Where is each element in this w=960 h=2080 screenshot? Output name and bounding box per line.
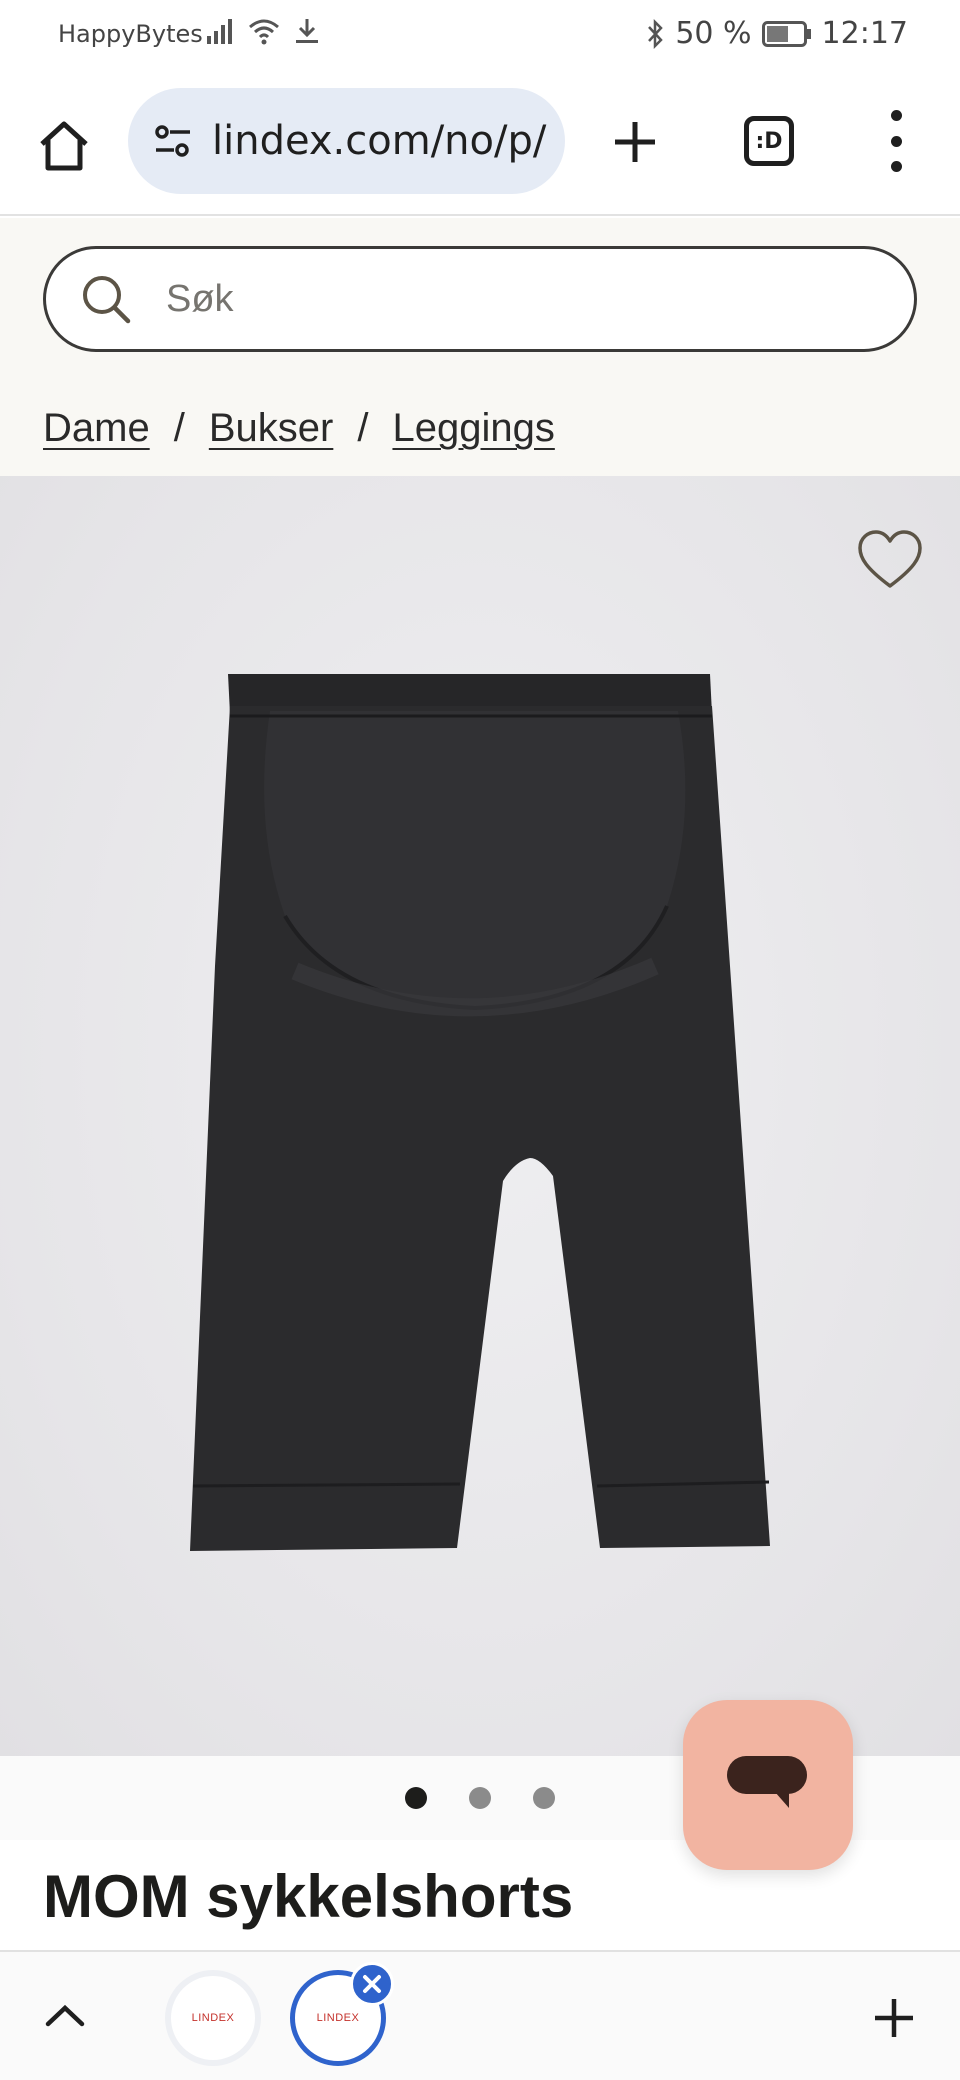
breadcrumb: Dame / Bukser / Leggings <box>43 406 555 451</box>
home-icon <box>40 121 88 171</box>
close-icon <box>363 1975 381 1993</box>
chat-button[interactable] <box>683 1700 853 1870</box>
breadcrumb-separator: / <box>357 406 369 450</box>
menu-dot <box>890 135 902 147</box>
search-icon <box>83 276 131 324</box>
status-right: 50 % 12:17 <box>645 16 908 51</box>
battery-icon <box>761 20 811 47</box>
product-title: MOM sykkelshorts <box>43 1863 574 1930</box>
pager-dot-3[interactable] <box>533 1787 555 1809</box>
tab-favicon: LINDEX <box>171 1976 255 2060</box>
bluetooth-icon <box>648 18 664 49</box>
url-bar[interactable]: lindex.com/no/p/ <box>128 88 565 194</box>
breadcrumb-link-bukser[interactable]: Bukser <box>209 406 334 451</box>
plus-icon <box>615 122 655 162</box>
status-icons <box>205 16 321 46</box>
signal-icon <box>207 19 232 44</box>
menu-dot <box>890 110 902 121</box>
product-image-gallery[interactable] <box>0 476 960 1756</box>
page-header: Dame / Bukser / Leggings <box>0 218 960 476</box>
chat-bubble-icon <box>727 1756 807 1808</box>
favorite-heart-icon[interactable] <box>856 526 924 594</box>
search-box[interactable] <box>43 246 917 352</box>
menu-dot <box>890 161 902 172</box>
product-photo-shorts <box>190 674 770 1551</box>
breadcrumb-link-leggings[interactable]: Leggings <box>392 406 554 451</box>
close-tab-button[interactable] <box>350 1962 394 2006</box>
breadcrumb-separator: / <box>173 406 185 450</box>
url-text[interactable]: lindex.com/no/p/ <box>212 118 546 164</box>
home-button[interactable] <box>28 110 100 182</box>
breadcrumb-link-dame[interactable]: Dame <box>43 406 150 451</box>
status-bar: HappyBytes 50 % 12:17 <box>0 0 960 68</box>
more-menu-button[interactable] <box>874 106 918 176</box>
wifi-icon <box>249 19 279 45</box>
search-input[interactable] <box>166 277 766 321</box>
tab-switcher-button[interactable]: :D <box>744 116 794 166</box>
clock: 12:17 <box>821 16 908 51</box>
new-tab-button[interactable] <box>602 104 668 180</box>
pager-dot-2[interactable] <box>469 1787 491 1809</box>
battery-percent: 50 % <box>675 16 752 51</box>
chevron-up-icon[interactable] <box>42 2000 88 2030</box>
new-tab-plus-icon[interactable] <box>872 1996 916 2040</box>
carrier-name: HappyBytes <box>58 20 203 48</box>
site-settings-icon[interactable] <box>150 118 196 164</box>
pager-dot-1[interactable] <box>405 1787 427 1809</box>
browser-toolbar: lindex.com/no/p/ :D <box>0 68 960 216</box>
download-icon <box>296 19 318 43</box>
tab-thumbnail-1[interactable]: LINDEX <box>165 1970 261 2066</box>
tab-strip: LINDEX LINDEX <box>0 1950 960 2080</box>
